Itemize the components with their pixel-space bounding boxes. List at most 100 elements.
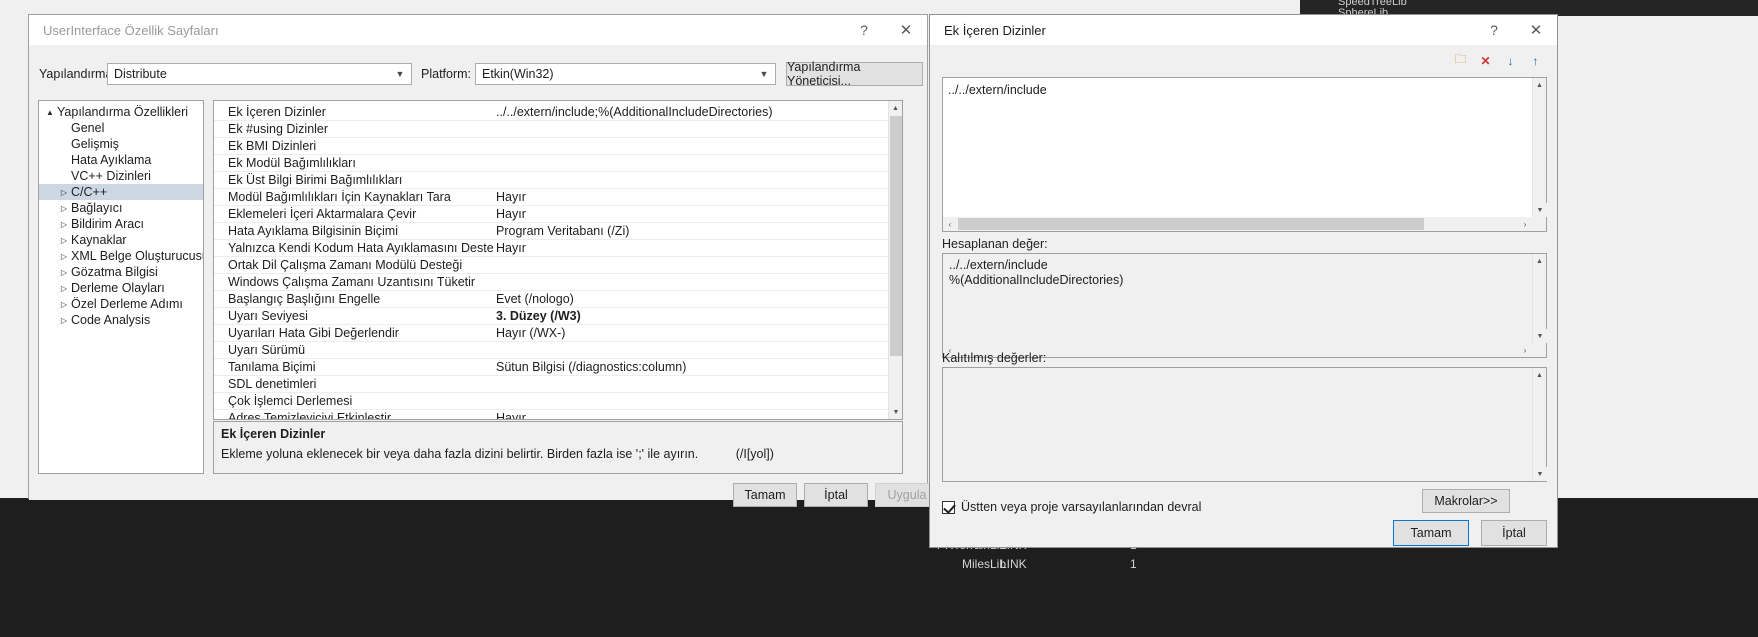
property-row[interactable]: Eklemeleri İçeri Aktarmalara ÇevirHayır [214, 206, 888, 223]
property-row[interactable]: Windows Çalışma Zamanı Uzantısını Tüketi… [214, 274, 888, 291]
property-value[interactable]: 3. Düzey (/W3) [494, 309, 888, 323]
tree-item[interactable]: ▲Yapılandırma Özellikleri [39, 104, 203, 120]
include-list-item[interactable]: ../../extern/include [943, 78, 1546, 97]
property-row[interactable]: Uyarıları Hata Gibi DeğerlendirHayır (/W… [214, 325, 888, 342]
property-name: Yalnızca Kendi Kodum Hata Ayıklamasını D… [214, 241, 494, 255]
scroll-right-icon[interactable]: › [1518, 343, 1532, 357]
tree-item[interactable]: ▷Özel Derleme Adımı [39, 296, 203, 312]
close-icon[interactable]: ✕ [885, 15, 927, 45]
help-icon[interactable]: ? [843, 15, 885, 45]
expand-arrow-icon[interactable]: ▷ [57, 188, 71, 197]
property-row[interactable]: Hata Ayıklama Bilgisinin BiçimiProgram V… [214, 223, 888, 240]
scroll-down-icon[interactable]: ▼ [1533, 467, 1547, 481]
hscroll-thumb[interactable] [958, 218, 1424, 230]
move-up-icon[interactable]: ↑ [1526, 51, 1545, 70]
property-value[interactable]: Hayır (/WX-) [494, 326, 888, 340]
help-icon[interactable]: ? [1473, 15, 1515, 45]
include-list-vscrollbar[interactable]: ▲ ▼ [1532, 78, 1546, 231]
ok-button[interactable]: Tamam [1393, 520, 1469, 546]
expand-arrow-icon[interactable]: ▷ [57, 220, 71, 229]
property-row[interactable]: SDL denetimleri [214, 376, 888, 393]
property-row[interactable]: Çok İşlemci Derlemesi [214, 393, 888, 410]
property-row[interactable]: Uyarı Sürümü [214, 342, 888, 359]
cancel-button[interactable]: İptal [804, 483, 868, 507]
scroll-down-icon[interactable]: ▼ [1533, 203, 1547, 217]
tree-item[interactable]: Gelişmiş [39, 136, 203, 152]
scroll-down-icon[interactable]: ▼ [1533, 329, 1547, 343]
property-row[interactable]: Ek İçeren Dizinler../../extern/include;%… [214, 104, 888, 121]
cancel-button[interactable]: İptal [1481, 520, 1547, 546]
tree-item-label: VC++ Dizinleri [71, 169, 151, 183]
property-value[interactable]: Sütun Bilgisi (/diagnostics:column) [494, 360, 888, 374]
scroll-up-icon[interactable]: ▲ [1533, 254, 1546, 268]
scroll-down-icon[interactable]: ▼ [889, 405, 903, 419]
property-row[interactable]: Ek #using Dizinler [214, 121, 888, 138]
check-icon[interactable] [942, 501, 955, 514]
tree-item[interactable]: ▷Derleme Olayları [39, 280, 203, 296]
tree-item[interactable]: ▷XML Belge Oluşturucusu [39, 248, 203, 264]
property-row[interactable]: Ek BMI Dizinleri [214, 138, 888, 155]
property-value[interactable]: Hayır [494, 411, 888, 420]
inherit-checkbox-label: Üstten veya proje varsayılanlarından dev… [961, 500, 1201, 514]
expand-arrow-icon[interactable]: ▷ [57, 268, 71, 277]
tree-item[interactable]: Hata Ayıklama [39, 152, 203, 168]
include-list-hscrollbar[interactable]: ‹ › [943, 217, 1546, 231]
configuration-value: Distribute [114, 67, 167, 81]
scroll-up-icon[interactable]: ▲ [889, 101, 902, 115]
tree-item[interactable]: Genel [39, 120, 203, 136]
expand-arrow-icon[interactable]: ▷ [57, 316, 71, 325]
tree-item[interactable]: ▷C/C++ [39, 184, 203, 200]
scroll-right-icon[interactable]: › [1518, 217, 1532, 231]
include-dialog-title: Ek İçeren Dizinler [944, 23, 1046, 38]
property-row[interactable]: Ek Modül Bağımlılıkları [214, 155, 888, 172]
property-row[interactable]: Modül Bağımlılıkları İçin Kaynakları Tar… [214, 189, 888, 206]
property-value[interactable]: Hayır [494, 207, 888, 221]
scroll-thumb[interactable] [890, 116, 902, 356]
tree-item[interactable]: ▷Bildirim Aracı [39, 216, 203, 232]
expand-arrow-icon[interactable]: ▷ [57, 236, 71, 245]
scroll-left-icon[interactable]: ‹ [943, 217, 957, 231]
tree-item[interactable]: ▷Code Analysis [39, 312, 203, 328]
scroll-up-icon[interactable]: ▲ [1533, 78, 1546, 92]
property-value[interactable]: Program Veritabanı (/Zi) [494, 224, 888, 238]
property-row[interactable]: Ek Üst Bilgi Birimi Bağımlılıkları [214, 172, 888, 189]
property-grid-vscrollbar[interactable]: ▲ ▼ [888, 101, 902, 419]
tree-item[interactable]: VC++ Dizinleri [39, 168, 203, 184]
expand-arrow-icon[interactable]: ▷ [57, 284, 71, 293]
property-row[interactable]: Ortak Dil Çalışma Zamanı Modülü Desteği [214, 257, 888, 274]
property-grid[interactable]: Ek İçeren Dizinler../../extern/include;%… [213, 100, 903, 420]
evaluated-vscrollbar[interactable]: ▲ ▼ [1532, 254, 1546, 357]
expand-arrow-icon[interactable]: ▷ [57, 300, 71, 309]
move-down-icon[interactable]: ↓ [1501, 51, 1520, 70]
macros-button[interactable]: Makrolar>> [1422, 489, 1510, 513]
configuration-tree[interactable]: ▲Yapılandırma ÖzellikleriGenelGelişmişHa… [38, 100, 204, 474]
property-row[interactable]: Başlangıç Başlığını EngelleEvet (/nologo… [214, 291, 888, 308]
inherited-vscrollbar[interactable]: ▲ ▼ [1532, 368, 1546, 481]
property-row[interactable]: Yalnızca Kendi Kodum Hata Ayıklamasını D… [214, 240, 888, 257]
platform-dropdown[interactable]: Etkin(Win32) ▼ [475, 63, 776, 85]
include-directories-list[interactable]: ../../extern/include ▲ ▼ ‹ › [942, 77, 1547, 232]
configuration-manager-button[interactable]: Yapılandırma Yöneticisi... [786, 62, 923, 86]
property-value[interactable]: Hayır [494, 190, 888, 204]
expand-arrow-icon[interactable]: ▷ [57, 252, 71, 261]
property-name: SDL denetimleri [214, 377, 494, 391]
scroll-up-icon[interactable]: ▲ [1533, 368, 1546, 382]
delete-icon[interactable]: ✕ [1476, 51, 1495, 70]
property-value[interactable]: ../../extern/include;%(AdditionalInclude… [494, 105, 888, 119]
configuration-dropdown[interactable]: Distribute ▼ [107, 63, 412, 85]
close-icon[interactable]: ✕ [1515, 15, 1557, 45]
property-row[interactable]: Adres Temizleyicivi EtkinleştirHayır [214, 410, 888, 420]
inherit-checkbox-row[interactable]: Üstten veya proje varsayılanlarından dev… [942, 500, 1201, 514]
ok-button[interactable]: Tamam [733, 483, 797, 507]
tree-item[interactable]: ▷Kaynaklar [39, 232, 203, 248]
property-row[interactable]: Tanılama BiçimiSütun Bilgisi (/diagnosti… [214, 359, 888, 376]
tree-item-label: Kaynaklar [71, 233, 127, 247]
tree-item[interactable]: ▷Gözatma Bilgisi [39, 264, 203, 280]
new-folder-icon[interactable]: 🗀 [1451, 51, 1470, 70]
expand-arrow-icon[interactable]: ▷ [57, 204, 71, 213]
property-row[interactable]: Uyarı Seviyesi3. Düzey (/W3) [214, 308, 888, 325]
tree-item[interactable]: ▷Bağlayıcı [39, 200, 203, 216]
property-value[interactable]: Hayır [494, 241, 888, 255]
collapse-arrow-icon[interactable]: ▲ [43, 108, 57, 117]
property-value[interactable]: Evet (/nologo) [494, 292, 888, 306]
